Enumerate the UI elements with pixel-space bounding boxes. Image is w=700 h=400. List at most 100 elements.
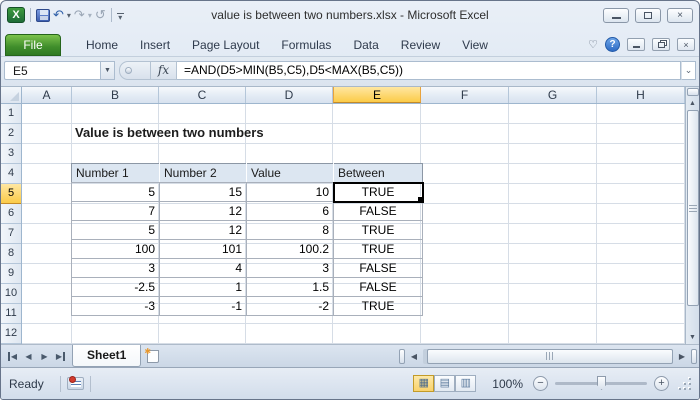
split-handle[interactable] [686,88,699,96]
name-box-dropdown-icon[interactable]: ▼ [100,60,115,80]
column-header-c[interactable]: C [159,87,246,103]
tab-view[interactable]: View [451,34,499,56]
cell-e8[interactable]: TRUE [333,239,423,259]
horizontal-scroll-thumb[interactable] [427,348,673,364]
zoom-out-icon[interactable]: − [533,376,548,391]
formula-input[interactable]: =AND(D5>MIN(B5,C5),D5<MAX(B5,C5)) [177,60,681,80]
horizontal-scroll-track[interactable] [423,348,673,364]
workbook-restore-button[interactable] [652,38,670,51]
scroll-left-icon[interactable]: ◀ [407,352,421,361]
cell-d6[interactable]: 6 [246,201,334,221]
row-header-12[interactable]: 12 [1,324,21,344]
column-header-e-selected[interactable]: E [333,87,421,103]
row-header-10[interactable]: 10 [1,284,21,304]
row-header-8[interactable]: 8 [1,244,21,264]
cell-b8[interactable]: 100 [71,239,160,259]
next-sheet-icon[interactable]: ▶ [37,352,52,361]
cell-b11[interactable]: -3 [71,296,160,316]
vertical-scroll-thumb[interactable] [686,110,699,306]
cell-d8[interactable]: 100.2 [246,239,334,259]
resize-grip[interactable] [679,377,691,390]
minimize-ribbon-icon[interactable]: ♡ [588,38,598,51]
row-header-7[interactable]: 7 [1,224,21,244]
minimize-button[interactable] [603,7,629,23]
header-number1[interactable]: Number 1 [71,163,160,183]
tab-split-handle[interactable] [399,348,405,364]
worksheet-title-cell[interactable]: Value is between two numbers [75,125,264,143]
cell-c9[interactable]: 4 [159,258,247,278]
cell-d9[interactable]: 3 [246,258,334,278]
row-header-2[interactable]: 2 [1,124,21,144]
scroll-down-icon[interactable]: ▼ [687,331,699,344]
cell-b6[interactable]: 7 [71,201,160,221]
cell-b7[interactable]: 5 [71,220,160,240]
column-header-a[interactable]: A [22,87,72,103]
cell-d5[interactable]: 10 [246,182,334,202]
tab-page-layout[interactable]: Page Layout [181,34,270,56]
cell-c7[interactable]: 12 [159,220,247,240]
page-break-view-icon[interactable]: ▥ [455,375,477,392]
zoom-slider-thumb[interactable] [597,376,606,390]
cell-c5[interactable]: 15 [159,182,247,202]
column-header-d[interactable]: D [246,87,333,103]
redo-icon[interactable]: ↷ [74,7,85,23]
cell-b10[interactable]: -2.5 [71,277,160,297]
zoom-slider[interactable] [555,376,647,390]
column-header-f[interactable]: F [421,87,509,103]
cell-e9[interactable]: FALSE [333,258,423,278]
workbook-minimize-button[interactable] [627,38,645,51]
scroll-up-icon[interactable]: ▲ [687,97,699,110]
tab-home[interactable]: Home [75,34,129,56]
undo-dropdown-icon[interactable]: ▾ [67,11,71,20]
header-value[interactable]: Value [246,163,334,183]
cells-area[interactable]: Value is between two numbers Number 1 Nu… [22,104,685,344]
select-all-corner[interactable] [1,87,22,103]
cell-c6[interactable]: 12 [159,201,247,221]
scroll-right-icon[interactable]: ▶ [675,352,689,361]
first-sheet-icon[interactable]: ◀ [5,351,20,361]
vertical-scrollbar[interactable]: ▲ ▼ [685,87,699,344]
zoom-in-icon[interactable]: + [654,376,669,391]
normal-view-icon[interactable]: ▦ [413,375,435,392]
cell-d11[interactable]: -2 [246,296,334,316]
column-header-g[interactable]: G [509,87,597,103]
tab-file[interactable]: File [5,34,61,56]
page-layout-view-icon[interactable]: ▤ [434,375,456,392]
tab-insert[interactable]: Insert [129,34,181,56]
last-sheet-icon[interactable]: ▶ [53,351,68,361]
close-button[interactable]: × [667,7,693,23]
expand-formula-bar-icon[interactable]: ⌄ [681,60,696,80]
row-header-3[interactable]: 3 [1,144,21,164]
row-header-1[interactable]: 1 [1,104,21,124]
tab-review[interactable]: Review [390,34,451,56]
repeat-icon[interactable]: ↺ [95,7,106,23]
cell-b9[interactable]: 3 [71,258,160,278]
cell-e5-selected[interactable]: TRUE [332,181,424,203]
customize-qat-button[interactable]: ▾ [116,11,124,21]
cell-e11[interactable]: TRUE [333,296,423,316]
help-icon[interactable]: ? [605,37,620,52]
cell-c8[interactable]: 101 [159,239,247,259]
row-header-6[interactable]: 6 [1,204,21,224]
tab-data[interactable]: Data [342,34,389,56]
cell-c11[interactable]: -1 [159,296,247,316]
column-header-b[interactable]: B [72,87,159,103]
restore-button[interactable] [635,7,661,23]
column-header-h[interactable]: H [597,87,685,103]
redo-dropdown-icon[interactable]: ▾ [88,11,92,20]
cell-b5[interactable]: 5 [71,182,160,202]
insert-worksheet-icon[interactable]: ✱ [141,345,165,367]
zoom-level[interactable]: 100% [492,377,523,391]
row-header-4[interactable]: 4 [1,164,21,184]
row-header-11[interactable]: 11 [1,304,21,324]
split-handle[interactable] [691,348,697,364]
workbook-close-button[interactable]: × [677,38,695,51]
cell-c10[interactable]: 1 [159,277,247,297]
name-box[interactable]: E5 [4,60,100,80]
header-number2[interactable]: Number 2 [159,163,247,183]
row-header-5-selected[interactable]: 5 [1,184,21,204]
cell-e10[interactable]: FALSE [333,277,423,297]
header-between[interactable]: Between [333,163,423,183]
sheet-tab-sheet1[interactable]: Sheet1 [72,345,142,367]
save-icon[interactable] [36,8,50,22]
